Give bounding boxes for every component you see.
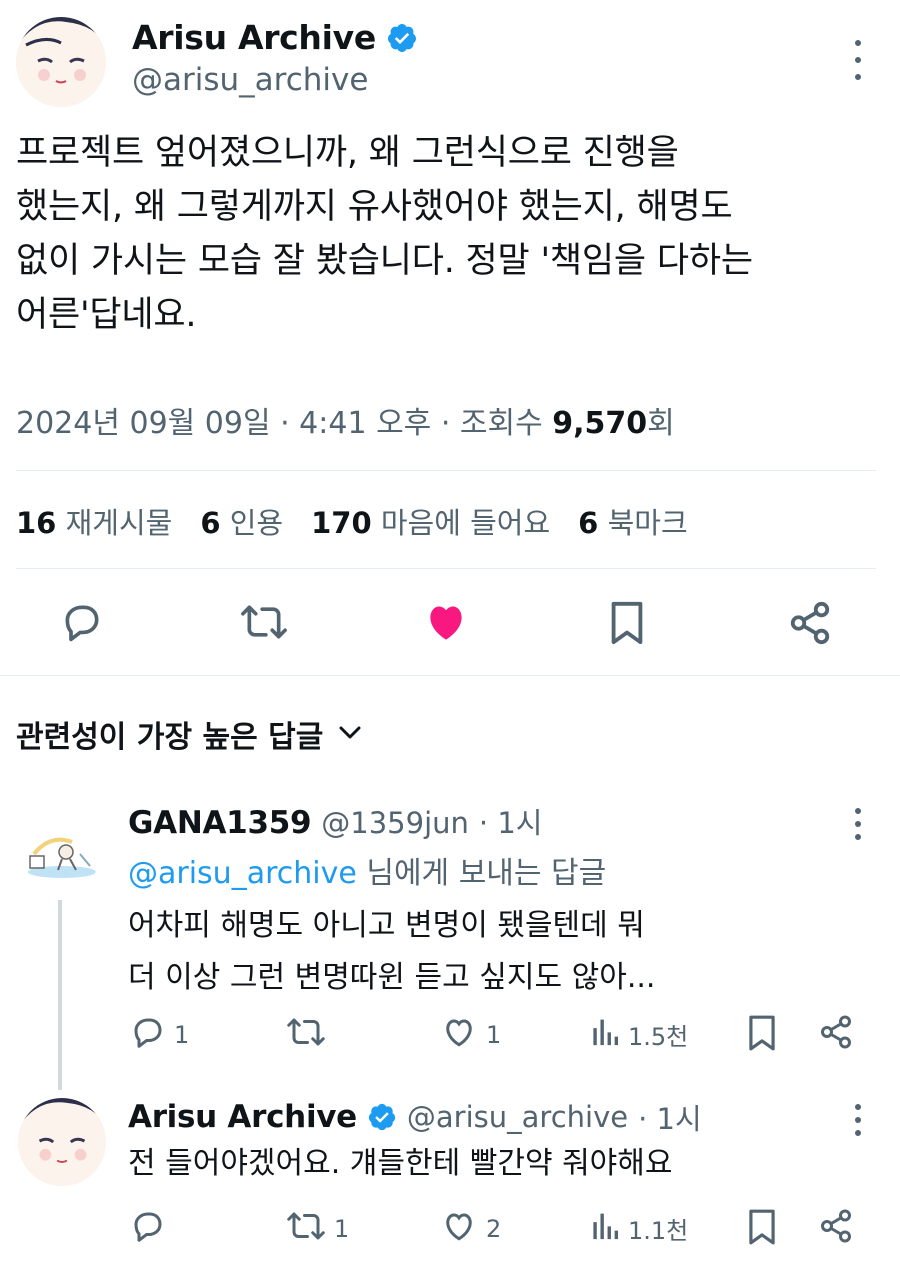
tweet-stats: 16 재게시물 6 인용 170 마음에 들어요 6 북마크 bbox=[16, 500, 688, 542]
tweet-meta: 2024년 09월 09일 · 4:41 오후 · 조회수 9,570회 bbox=[16, 398, 675, 442]
reply-text: 전 들어야겠어요. 걔들한테 빨간약 줘야해요 bbox=[128, 1142, 672, 1186]
avatar-image bbox=[16, 17, 106, 107]
like-icon-filled[interactable] bbox=[423, 600, 469, 644]
replies-sort-dropdown[interactable]: 관련성이 가장 높은 답글 bbox=[16, 712, 361, 756]
tweet-text-line: 프로젝트 엎어졌으니까, 왜 그런식으로 진행을 bbox=[16, 133, 679, 173]
author-handle[interactable]: @arisu_archive bbox=[132, 62, 368, 98]
divider bbox=[16, 470, 876, 471]
thread-connector-line bbox=[58, 900, 62, 1090]
bookmarks-stat[interactable]: 6 북마크 bbox=[578, 500, 687, 542]
reply-icon bbox=[130, 1014, 166, 1056]
avatar-image bbox=[18, 1098, 106, 1186]
repost-button[interactable] bbox=[286, 1014, 334, 1056]
reply-author-name[interactable]: GANA1359 bbox=[128, 805, 312, 841]
views-button[interactable]: 1.5천 bbox=[590, 1014, 688, 1054]
replying-to: @arisu_archive 님에게 보내는 답글 bbox=[128, 848, 606, 892]
bookmark-icon[interactable] bbox=[746, 1208, 778, 1246]
chevron-down-icon bbox=[339, 725, 361, 744]
reply-text-line: 전 들어야겠어요. 걔들한테 빨간약 줘야해요 bbox=[128, 1146, 673, 1181]
more-options-icon[interactable] bbox=[846, 808, 870, 840]
reply-text-line: 더 이상 그런 변명따윈 듣고 싶지도 않아... bbox=[128, 960, 656, 995]
reply-avatar[interactable] bbox=[20, 814, 100, 894]
view-count: 1.5천 bbox=[628, 1022, 689, 1051]
likes-stat[interactable]: 170 마음에 들어요 bbox=[311, 500, 550, 542]
repost-button[interactable]: 1 bbox=[286, 1208, 349, 1250]
reply-button[interactable] bbox=[130, 1208, 174, 1250]
reply-text-line: 어차피 해명도 아니고 변명이 됐을텐데 뭐 bbox=[128, 908, 645, 943]
repost-icon bbox=[286, 1208, 326, 1250]
repost-icon bbox=[286, 1014, 326, 1056]
tweet-text-line: 어른'답네요. bbox=[16, 295, 197, 335]
tweet-text-line: 없이 가시는 모습 잘 봤습니다. 정말 '책임을 다하는 bbox=[16, 241, 753, 281]
tweet-timestamp[interactable]: 2024년 09월 09일 · 4:41 오후 · 조회수 bbox=[16, 406, 543, 441]
share-icon[interactable] bbox=[787, 600, 833, 646]
view-count: 1.1천 bbox=[628, 1216, 689, 1245]
like-icon bbox=[440, 1014, 478, 1056]
views-button[interactable]: 1.1천 bbox=[590, 1208, 688, 1248]
reply-icon[interactable] bbox=[60, 600, 104, 644]
replying-to-handle[interactable]: @arisu_archive bbox=[128, 856, 357, 891]
like-button[interactable]: 2 bbox=[440, 1208, 501, 1250]
views-bar-chart-icon bbox=[590, 1014, 620, 1054]
verified-badge-icon bbox=[386, 22, 418, 54]
reply-time[interactable]: · 1시 bbox=[479, 800, 543, 842]
views-bar-chart-icon bbox=[590, 1208, 620, 1248]
like-button[interactable]: 1 bbox=[440, 1014, 501, 1056]
views-count: 9,570 bbox=[552, 406, 648, 441]
more-options-icon[interactable] bbox=[846, 40, 870, 80]
author-avatar[interactable] bbox=[16, 17, 106, 107]
like-count: 2 bbox=[486, 1215, 502, 1243]
reposts-stat[interactable]: 16 재게시물 bbox=[16, 500, 172, 542]
reply-author-name[interactable]: Arisu Archive bbox=[128, 1099, 357, 1135]
reply-time[interactable]: · 1시 bbox=[638, 1096, 702, 1138]
share-icon[interactable] bbox=[818, 1208, 854, 1244]
reply-avatar[interactable] bbox=[18, 1098, 106, 1186]
avatar-image bbox=[20, 814, 100, 894]
quotes-stat[interactable]: 6 인용 bbox=[200, 500, 283, 542]
reply-icon bbox=[130, 1208, 166, 1250]
repost-count: 1 bbox=[334, 1215, 350, 1243]
bookmark-icon[interactable] bbox=[606, 600, 648, 646]
views-suffix: 회 bbox=[647, 406, 675, 441]
reply-author-handle[interactable]: @1359jun bbox=[321, 806, 469, 840]
tweet-text-line: 했는지, 왜 그렇게까지 유사했어야 했는지, 해명도 bbox=[16, 187, 733, 227]
share-icon[interactable] bbox=[818, 1014, 854, 1050]
divider bbox=[0, 675, 900, 676]
like-icon bbox=[440, 1208, 478, 1250]
author-name[interactable]: Arisu Archive bbox=[132, 18, 376, 57]
reply-author-handle[interactable]: @arisu_archive bbox=[407, 1100, 628, 1134]
reply-button[interactable]: 1 bbox=[130, 1014, 189, 1056]
bookmark-icon[interactable] bbox=[746, 1014, 778, 1052]
verified-badge-icon bbox=[367, 1102, 397, 1132]
like-count: 1 bbox=[486, 1021, 502, 1049]
replying-to-suffix: 님에게 보내는 답글 bbox=[366, 856, 607, 891]
more-options-icon[interactable] bbox=[846, 1104, 870, 1136]
reply-count: 1 bbox=[174, 1021, 190, 1049]
divider bbox=[16, 568, 876, 569]
replies-sort-label: 관련성이 가장 높은 답글 bbox=[16, 720, 324, 755]
reply-text: 어차피 해명도 아니고 변명이 됐을텐데 뭐 더 이상 그런 변명따윈 듣고 싶… bbox=[128, 900, 655, 1004]
tweet-text: 프로젝트 엎어졌으니까, 왜 그런식으로 진행을 했는지, 왜 그렇게까지 유사… bbox=[16, 126, 886, 342]
repost-icon[interactable] bbox=[240, 600, 288, 644]
